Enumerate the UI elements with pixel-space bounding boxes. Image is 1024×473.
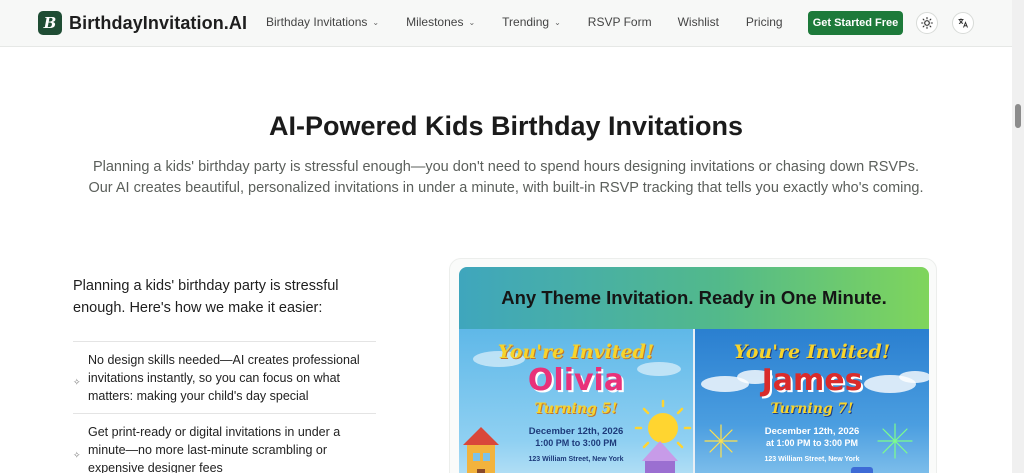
invite-age: Turning 7! xyxy=(770,401,854,417)
showcase-banner: Any Theme Invitation. Ready in One Minut… xyxy=(459,267,929,329)
nav-pricing[interactable]: Pricing xyxy=(746,15,783,29)
nav-label: RSVP Form xyxy=(587,15,652,29)
invite-child-name: James xyxy=(761,363,863,398)
translate-icon xyxy=(958,18,968,28)
benefit-text: Get print-ready or digital invitations i… xyxy=(88,425,341,473)
chevron-down-icon: ⌄ xyxy=(554,17,561,27)
nav-label: Pricing xyxy=(745,15,783,29)
language-button[interactable] xyxy=(952,12,974,34)
invite-heading: You're Invited! xyxy=(497,341,655,363)
nav-label: Birthday Invitations xyxy=(266,15,368,29)
invite-age: Turning 5! xyxy=(534,401,618,417)
subtitle-line-2: Our AI creates beautiful, personalized i… xyxy=(88,180,924,196)
brand-logo[interactable]: B BirthdayInvitation.AI xyxy=(38,11,247,35)
invite-time: 1:00 PM to 3:00 PM xyxy=(535,438,617,448)
sparkle-icon: ✧ xyxy=(73,450,81,460)
invitation-preview-james[interactable]: You're Invited! James Turning 7! Decembe… xyxy=(695,329,929,473)
subtitle-line-1: Planning a kids' birthday party is stres… xyxy=(92,159,920,175)
page-scrollbar[interactable] xyxy=(1012,0,1024,473)
invite-address: 123 William Street, New York xyxy=(528,456,624,463)
invite-date: December 12th, 2026 xyxy=(528,426,624,437)
invite-heading: You're Invited! xyxy=(733,341,891,363)
benefit-item: ✧ Get print-ready or digital invitations… xyxy=(73,413,376,473)
scrollbar-thumb[interactable] xyxy=(1015,104,1021,128)
page-title: AI-Powered Kids Birthday Invitations xyxy=(268,111,744,141)
nav-trending[interactable]: Trending ⌄ xyxy=(502,15,561,29)
invite-child-name: Olivia xyxy=(527,363,625,398)
page-subtitle: Planning a kids' birthday party is stres… xyxy=(60,157,952,199)
chevron-down-icon: ⌄ xyxy=(468,17,476,27)
invite-time: at 1:00 PM to 3:00 PM xyxy=(765,438,859,448)
chevron-down-icon: ⌄ xyxy=(372,17,380,27)
site-header: B BirthdayInvitation.AI Birthday Invitat… xyxy=(0,0,1012,47)
invitation-showcase: Any Theme Invitation. Ready in One Minut… xyxy=(459,267,929,473)
invite-date: December 12th, 2026 xyxy=(764,426,860,437)
nav-milestones[interactable]: Milestones ⌄ xyxy=(406,15,475,29)
logo-mark-icon: B xyxy=(38,11,62,35)
nav-rsvp-form[interactable]: RSVP Form xyxy=(588,15,652,29)
nav-label: Milestones xyxy=(406,15,464,29)
toy-vehicle-illustration xyxy=(851,467,873,473)
nav-label: Trending xyxy=(502,15,550,29)
sun-icon xyxy=(921,17,933,29)
invitation-preview-olivia[interactable]: You're Invited! Olivia Turning 5! Decemb… xyxy=(459,329,693,473)
invite-address: 123 William Street, New York xyxy=(764,456,860,463)
benefit-item: ✧ No design skills needed—AI creates pro… xyxy=(73,341,376,405)
features-intro: Planning a kids' birthday party is stres… xyxy=(73,278,339,316)
brand-name: BirthdayInvitation.AI xyxy=(69,12,248,33)
main-nav: Birthday Invitations ⌄ Milestones ⌄ Tren… xyxy=(266,15,783,29)
benefit-text: No design skills needed—AI creates profe… xyxy=(88,353,360,403)
nav-birthday-invitations[interactable]: Birthday Invitations ⌄ xyxy=(266,15,379,29)
sparkle-icon: ✧ xyxy=(73,377,81,387)
get-started-button[interactable]: Get Started Free xyxy=(808,11,903,35)
theme-toggle-button[interactable] xyxy=(916,12,938,34)
nav-wishlist[interactable]: Wishlist xyxy=(678,15,719,29)
nav-label: Wishlist xyxy=(677,15,719,29)
